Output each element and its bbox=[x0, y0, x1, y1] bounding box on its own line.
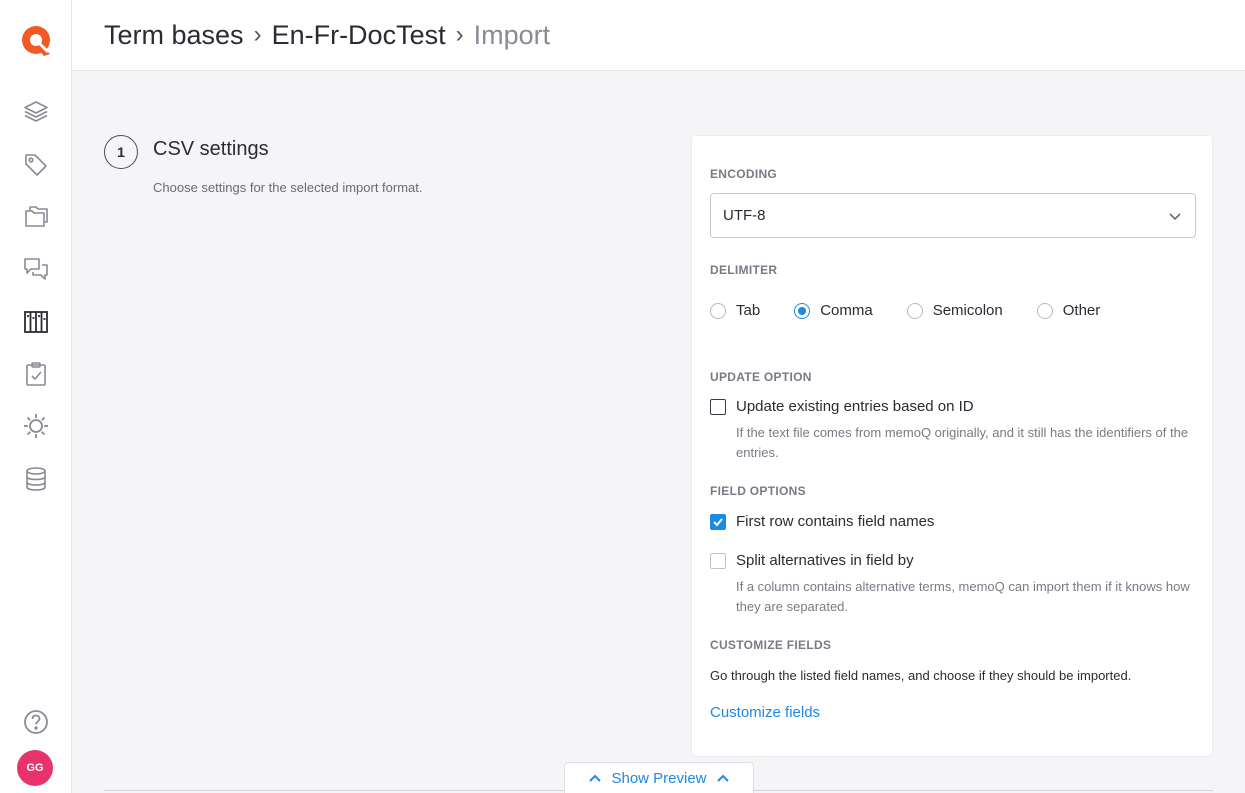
breadcrumb-current: Import bbox=[473, 19, 551, 50]
layers-icon[interactable] bbox=[22, 97, 50, 125]
clipboard-check-icon[interactable] bbox=[22, 360, 50, 388]
chat-icon[interactable] bbox=[22, 255, 50, 283]
delimiter-option-comma[interactable]: Comma bbox=[794, 302, 873, 319]
check-icon bbox=[713, 518, 723, 527]
csv-settings-card: ENCODING UTF-8 DELIMITER Tab Comma Semic… bbox=[691, 135, 1213, 757]
customize-fields-link[interactable]: Customize fields bbox=[710, 704, 820, 721]
library-icon[interactable] bbox=[22, 308, 50, 336]
database-icon[interactable] bbox=[22, 465, 50, 493]
show-preview-label: Show Preview bbox=[611, 769, 707, 787]
split-alternatives-label[interactable]: Split alternatives in field by bbox=[736, 552, 1196, 569]
help-icon[interactable] bbox=[22, 708, 50, 736]
split-alternatives-row: Split alternatives in field by If a colu… bbox=[710, 552, 1196, 617]
breadcrumb-termbase[interactable]: En-Fr-DocTest bbox=[272, 20, 446, 51]
delimiter-option-semicolon[interactable]: Semicolon bbox=[906, 302, 1003, 319]
first-row-checkbox[interactable] bbox=[710, 514, 726, 530]
chevron-down-icon bbox=[1169, 213, 1181, 221]
breadcrumb-separator: › bbox=[253, 21, 262, 48]
sidebar: GG bbox=[0, 0, 72, 793]
folders-icon[interactable] bbox=[22, 202, 50, 230]
first-row-row: First row contains field names bbox=[710, 513, 934, 530]
encoding-value: UTF-8 bbox=[723, 207, 766, 224]
radio-tab[interactable] bbox=[710, 302, 726, 319]
update-existing-row: Update existing entries based on ID If t… bbox=[710, 398, 1196, 463]
field-options-label: FIELD OPTIONS bbox=[710, 484, 806, 498]
radio-semicolon[interactable] bbox=[906, 302, 923, 319]
radio-other[interactable] bbox=[1036, 302, 1053, 319]
customize-fields-label: CUSTOMIZE FIELDS bbox=[710, 638, 832, 652]
step-title: CSV settings bbox=[153, 138, 269, 160]
delimiter-label: DELIMITER bbox=[710, 263, 778, 277]
update-existing-checkbox[interactable] bbox=[710, 399, 726, 415]
avatar[interactable]: GG bbox=[17, 750, 53, 786]
encoding-select[interactable]: UTF-8 bbox=[710, 193, 1196, 238]
encoding-label: ENCODING bbox=[710, 167, 778, 181]
delimiter-option-other[interactable]: Other bbox=[1036, 302, 1101, 319]
radio-label: Comma bbox=[820, 302, 873, 319]
customize-fields-description: Go through the listed field names, and c… bbox=[710, 668, 1132, 683]
chevron-up-icon bbox=[589, 774, 602, 782]
first-row-label[interactable]: First row contains field names bbox=[736, 513, 934, 530]
update-option-label: UPDATE OPTION bbox=[710, 370, 812, 384]
step-description: Choose settings for the selected import … bbox=[153, 180, 423, 195]
update-existing-label[interactable]: Update existing entries based on ID bbox=[736, 398, 1196, 415]
radio-comma[interactable] bbox=[794, 302, 811, 319]
split-alternatives-help: If a column contains alternative terms, … bbox=[736, 579, 1190, 614]
gear-icon[interactable] bbox=[22, 412, 50, 440]
show-preview-button[interactable]: Show Preview bbox=[564, 762, 754, 793]
breadcrumb-separator: › bbox=[455, 21, 464, 48]
delimiter-radio-group: Tab Comma Semicolon Other bbox=[710, 302, 1134, 319]
radio-label: Other bbox=[1062, 302, 1101, 319]
step-number: 1 bbox=[104, 135, 138, 169]
radio-label: Tab bbox=[736, 302, 761, 319]
tag-icon[interactable] bbox=[22, 150, 50, 178]
page-header: Term bases › En-Fr-DocTest › Import bbox=[72, 0, 1245, 71]
memoq-logo[interactable] bbox=[20, 24, 54, 58]
radio-label: Semicolon bbox=[932, 302, 1003, 319]
update-existing-help: If the text file comes from memoQ origin… bbox=[736, 425, 1189, 460]
breadcrumb-term-bases[interactable]: Term bases bbox=[104, 20, 244, 51]
split-alternatives-checkbox[interactable] bbox=[710, 553, 726, 569]
chevron-up-icon bbox=[716, 774, 729, 782]
delimiter-option-tab[interactable]: Tab bbox=[710, 302, 760, 319]
